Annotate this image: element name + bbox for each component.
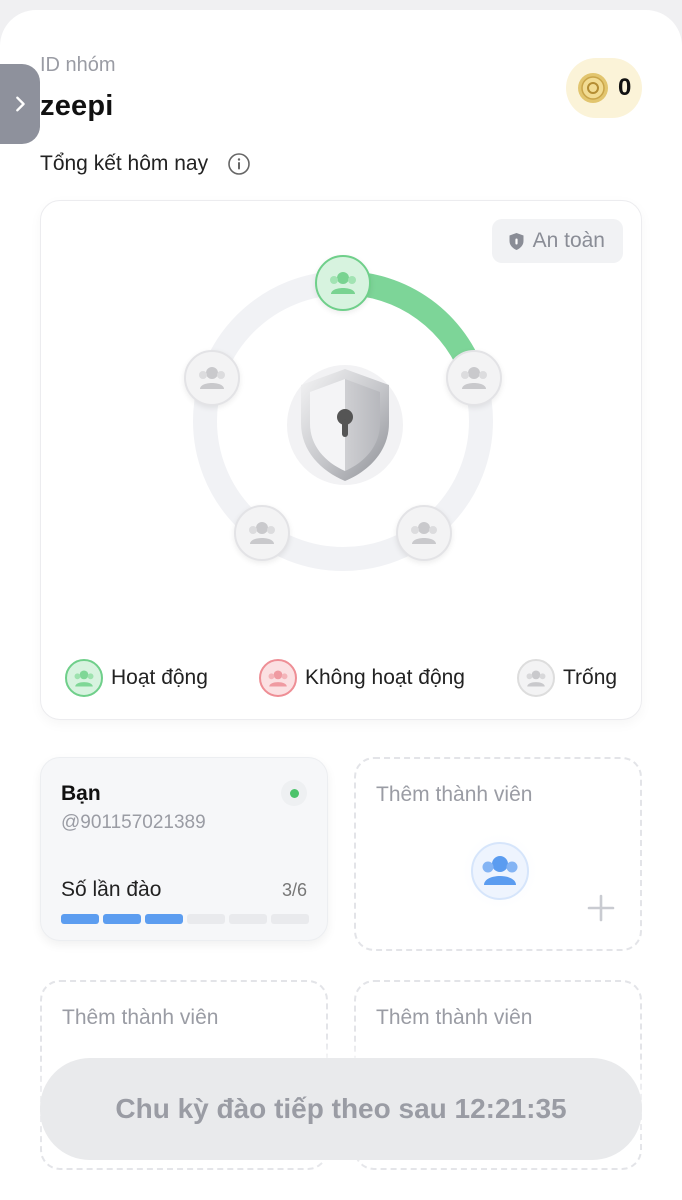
next-cycle-button[interactable]: Chu kỳ đào tiếp theo sau 12:21:35 [40, 1058, 642, 1160]
coin-count: 0 [618, 74, 632, 101]
mining-count-value: 3/6 [281, 880, 307, 900]
online-status-indicator [281, 780, 307, 806]
member-node-empty [396, 504, 453, 561]
group-id-label: ID nhóm [40, 54, 116, 76]
users-icon [248, 521, 275, 544]
member-node-empty [183, 350, 240, 407]
users-icon [411, 521, 438, 544]
legend-inactive: Không hoạt động [259, 659, 465, 697]
mining-count-label: Số lần đào [61, 878, 162, 901]
chevron-right-icon [16, 96, 25, 112]
group-name: zeepi [40, 90, 114, 122]
legend-active-label: Hoạt động [111, 666, 208, 689]
progress-segment [271, 914, 309, 924]
add-member-label: Thêm thành viên [376, 783, 533, 806]
empty-users-icon [517, 659, 555, 697]
member-handle: @901157021389 [61, 812, 206, 833]
member-node-empty [233, 504, 290, 561]
legend: Hoạt động Không hoạt động Trống [41, 653, 643, 709]
users-icon [198, 367, 225, 390]
summary-title: Tổng kết hôm nay [40, 152, 209, 175]
inactive-users-icon [259, 659, 297, 697]
progress-segment [187, 914, 225, 924]
progress-segment [145, 914, 183, 924]
member-node-active [315, 255, 371, 311]
users-icon [460, 831, 540, 911]
member-name: Bạn [61, 782, 101, 805]
side-panel-toggle[interactable] [0, 64, 40, 144]
progress-segment [103, 914, 141, 924]
info-icon[interactable] [227, 152, 251, 176]
progress-segment [229, 914, 267, 924]
active-users-icon [65, 659, 103, 697]
add-member-slot[interactable]: Thêm thành viên [354, 757, 642, 951]
users-icon [461, 367, 488, 390]
legend-inactive-label: Không hoạt động [305, 666, 465, 689]
legend-empty-label: Trống [563, 666, 618, 689]
add-member-label: Thêm thành viên [376, 1006, 533, 1029]
legend-empty: Trống [517, 659, 617, 697]
member-card-you[interactable]: Bạn @901157021389 Số lần đào 3/6 [40, 757, 328, 941]
plus-icon[interactable] [586, 893, 616, 923]
mining-progress-bar [61, 914, 309, 924]
shield-lock-icon [287, 365, 403, 485]
legend-active: Hoạt động [65, 659, 208, 697]
progress-segment [61, 914, 99, 924]
add-member-label: Thêm thành viên [62, 1006, 219, 1029]
summary-card: An toàn Hoạt động Không hoạt động Trống [40, 200, 642, 720]
coin-balance[interactable]: 0 [566, 58, 642, 118]
coin-icon [578, 73, 608, 103]
users-icon [330, 272, 356, 294]
